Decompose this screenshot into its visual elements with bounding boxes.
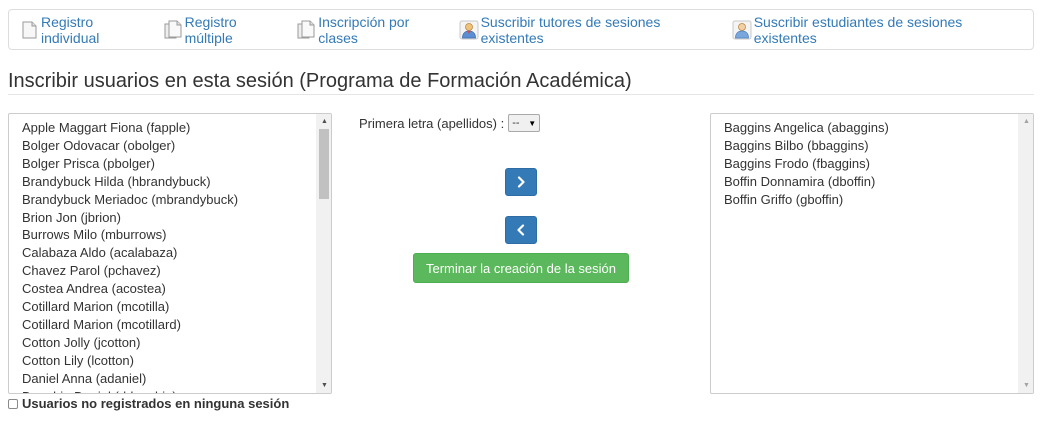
list-item[interactable]: Cotton Lily (lcotton): [22, 352, 331, 370]
subscribe-students-link[interactable]: Suscribir estudiantes de sesiones existe…: [732, 14, 1023, 46]
session-users-list[interactable]: Baggins Angelica (abaggins) Baggins Bilbo…: [710, 113, 1034, 394]
page-title: Inscribir usuarios en esta sesión (Progr…: [8, 70, 632, 92]
first-letter-select[interactable]: -- ▼: [508, 114, 541, 132]
list-item[interactable]: Dauphin Daniel (ddauphin): [22, 388, 331, 393]
list-item[interactable]: Cotillard Marion (mcotillard): [22, 316, 331, 334]
first-letter-select-value: --: [512, 117, 520, 129]
available-users-items: Apple Maggart Fiona (fapple) Bolger Odova…: [9, 114, 331, 393]
session-users-items: Baggins Angelica (abaggins) Baggins Bilbo…: [711, 114, 1033, 209]
list-item[interactable]: Brandybuck Meriadoc (mbrandybuck): [22, 191, 331, 209]
class-enrollment-label: Inscripción por clases: [318, 13, 410, 46]
list-item[interactable]: Baggins Angelica (abaggins): [724, 119, 1033, 137]
add-to-session-button[interactable]: [505, 168, 537, 196]
scroll-up-arrow-icon[interactable]: ▲: [1019, 114, 1033, 129]
multiple-registration-label: Registro múltiple: [184, 13, 237, 46]
subscribe-tutors-link[interactable]: Suscribir tutores de sesiones existentes: [459, 14, 722, 46]
list-item[interactable]: Baggins Frodo (fbaggins): [724, 155, 1033, 173]
list-item[interactable]: Costea Andrea (acostea): [22, 280, 331, 298]
chevron-right-icon: [517, 176, 525, 188]
list-item[interactable]: Boffin Griffo (gboffin): [724, 191, 1033, 209]
list-item[interactable]: Chavez Parol (pchavez): [22, 262, 331, 280]
student-user-icon: [732, 19, 752, 41]
last-name-filter: Primera letra (apellidos) : -- ▼: [359, 114, 541, 132]
unregistered-users-option: Usuarios no registrados en ninguna sesió…: [8, 396, 289, 411]
subscribe-students-label: Suscribir estudiantes de sesiones existe…: [753, 13, 963, 46]
list-item[interactable]: Baggins Bilbo (bbaggins): [724, 137, 1033, 155]
multiple-registration-link[interactable]: Registro múltiple: [163, 14, 287, 46]
list-item[interactable]: Apple Maggart Fiona (fapple): [22, 119, 331, 137]
scroll-thumb[interactable]: [319, 129, 329, 199]
class-enrollment-link[interactable]: Inscripción por clases: [296, 14, 449, 46]
list-item[interactable]: Cotton Jolly (jcotton): [22, 334, 331, 352]
list-item[interactable]: Bolger Prisca (pbolger): [22, 155, 331, 173]
finish-session-button[interactable]: Terminar la creación de la sesión: [413, 253, 629, 283]
scroll-down-arrow-icon[interactable]: ▼: [317, 378, 331, 393]
multiple-pages-icon: [296, 19, 316, 41]
list-item[interactable]: Burrows Milo (mburrows): [22, 226, 331, 244]
remove-from-session-button[interactable]: [505, 216, 537, 244]
scroll-up-arrow-icon[interactable]: ▲: [317, 114, 331, 129]
list-item[interactable]: Brion Jon (jbrion): [22, 209, 331, 227]
single-page-icon: [19, 19, 39, 41]
list-item[interactable]: Bolger Odovacar (obolger): [22, 137, 331, 155]
chevron-left-icon: [517, 224, 525, 236]
list-item[interactable]: Brandybuck Hilda (hbrandybuck): [22, 173, 331, 191]
action-toolbar: Registro individual Registro múltiple In…: [8, 9, 1034, 50]
session-users-scrollbar[interactable]: ▲ ▼: [1018, 114, 1033, 393]
list-item[interactable]: Boffin Donnamira (dboffin): [724, 173, 1033, 191]
available-users-list[interactable]: Apple Maggart Fiona (fapple) Bolger Odova…: [8, 113, 332, 394]
available-users-scrollbar[interactable]: ▲ ▼: [316, 114, 331, 393]
chevron-down-icon: ▼: [528, 118, 537, 128]
title-divider: [8, 94, 1034, 95]
single-registration-label: Registro individual: [41, 13, 100, 46]
subscribe-tutors-label: Suscribir tutores de sesiones existentes: [480, 13, 661, 46]
tutor-user-icon: [459, 19, 479, 41]
scroll-down-arrow-icon[interactable]: ▼: [1019, 378, 1033, 393]
filter-label: Primera letra (apellidos) :: [359, 115, 505, 131]
list-item[interactable]: Cotillard Marion (mcotilla): [22, 298, 331, 316]
unregistered-users-label[interactable]: Usuarios no registrados en ninguna sesió…: [22, 396, 289, 411]
single-registration-link[interactable]: Registro individual: [19, 14, 153, 46]
multiple-pages-icon: [163, 19, 183, 41]
list-item[interactable]: Daniel Anna (adaniel): [22, 370, 331, 388]
unregistered-users-checkbox[interactable]: [8, 398, 18, 409]
list-item[interactable]: Calabaza Aldo (acalabaza): [22, 244, 331, 262]
